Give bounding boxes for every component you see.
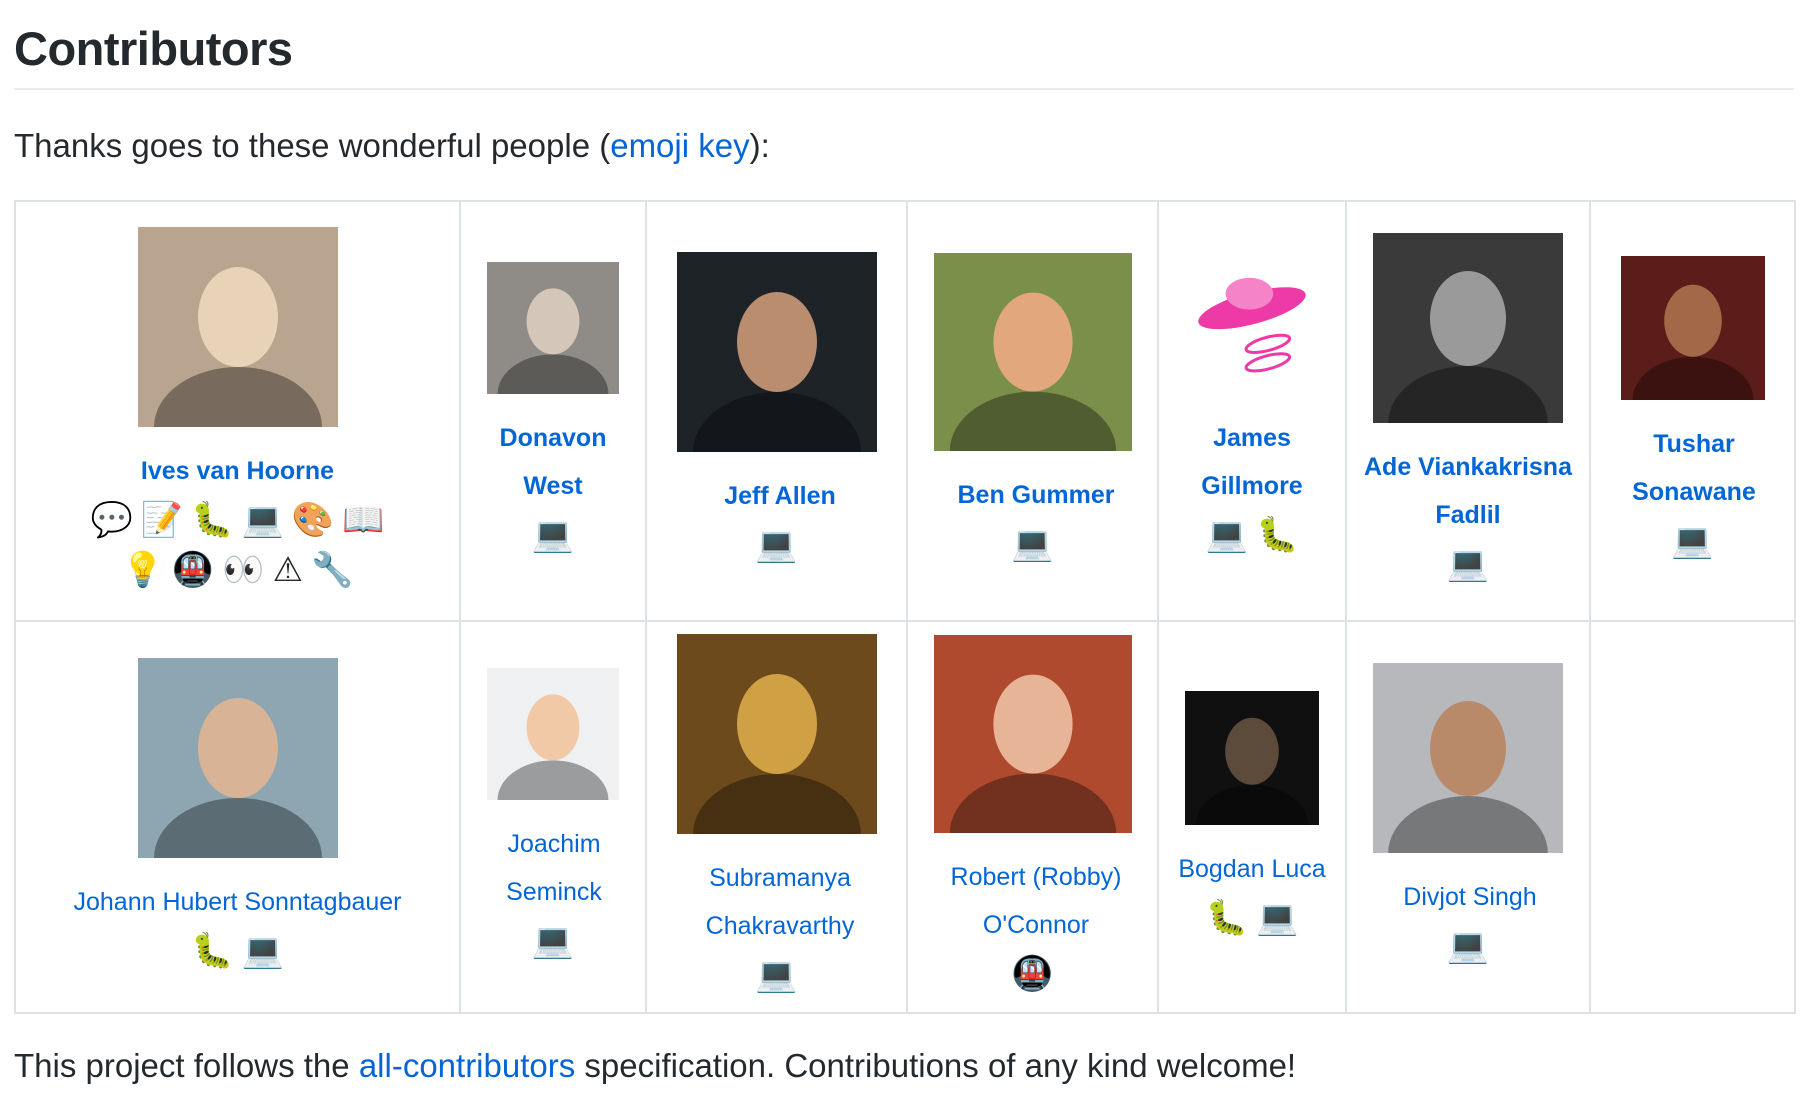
intro-before: Thanks goes to these wonderful people ( (14, 127, 611, 165)
footer-before: This project follows the (14, 1046, 359, 1084)
question-icon[interactable]: 💬 (90, 495, 132, 545)
contribution-badges: 💬 📝 🐛 💻 🎨 📖 💡 🚇 👀 ⚠ 🔧 (73, 495, 403, 595)
contributor-name[interactable]: Jeff Allen (655, 472, 905, 520)
code-icon[interactable]: 💻 (1256, 893, 1298, 943)
contributors-table: Ives van Hoorne 💬 📝 🐛 💻 🎨 📖💡 🚇 👀 ⚠ 🔧 Donavon West 💻 J… (14, 199, 1796, 1014)
contributor-cell: Subramanya Chakravarthy 💻 (645, 619, 908, 1014)
contribution-badges: 💻 (1355, 921, 1581, 971)
code-icon[interactable]: 💻 (532, 916, 574, 966)
bug-icon[interactable]: 🐛 (1256, 510, 1298, 560)
infra-icon[interactable]: 🚇 (1011, 949, 1053, 999)
book-icon[interactable]: 📖 (342, 495, 384, 545)
contributor-cell: Jeff Allen 💻 (645, 199, 908, 622)
contributor-cell: Joachim Seminck 💻 (459, 619, 647, 1014)
bug-icon[interactable]: 🐛 (191, 495, 233, 545)
footer-after: specification. Contributions of any kind… (575, 1046, 1297, 1084)
avatar[interactable] (933, 634, 1132, 833)
contributor-name[interactable]: Donavon West (478, 414, 628, 510)
section-title: Contributors (14, 0, 1794, 91)
infra-icon[interactable]: 🚇 (172, 545, 214, 595)
code-icon[interactable]: 💻 (1011, 519, 1053, 569)
avatar[interactable] (1620, 255, 1765, 400)
contributor-cell: Tushar Sonawane 💻 (1589, 199, 1796, 622)
intro-text: Thanks goes to these wonderful people (e… (14, 126, 1794, 166)
doc-icon[interactable]: 📝 (141, 495, 183, 545)
avatar[interactable] (1373, 232, 1563, 423)
empty-cell (1589, 619, 1796, 1014)
all-contributors-link[interactable]: all-contributors (359, 1047, 575, 1084)
contributor-name[interactable]: Joachim Seminck (469, 820, 639, 916)
code-icon[interactable]: 💻 (1447, 539, 1489, 589)
contribution-badges: 💻 (655, 950, 898, 1000)
contributor-name[interactable]: James Gillmore (1167, 414, 1337, 510)
warning-icon[interactable]: ⚠ (273, 545, 303, 595)
code-icon[interactable]: 💻 (1447, 921, 1489, 971)
contributor-cell: Bogdan Luca 🐛 💻 (1157, 619, 1347, 1014)
contribution-badges: 💻 (1599, 516, 1786, 566)
tool-icon[interactable]: 🔧 (311, 545, 353, 595)
ideas-icon[interactable]: 💡 (122, 545, 164, 595)
avatar[interactable] (676, 633, 877, 834)
contributor-cell: Ives van Hoorne 💬 📝 🐛 💻 🎨 📖 💡 🚇 👀 ⚠ 🔧 (14, 199, 461, 622)
bug-icon[interactable]: 🐛 (1206, 893, 1248, 943)
contributor-cell: Johann Hubert Sonntagbauer 🐛 💻 (14, 619, 461, 1014)
contributor-name[interactable]: Ade Viankakrisna Fadlil (1363, 443, 1573, 539)
contribution-badges: 💻 (1355, 539, 1581, 589)
avatar[interactable] (933, 252, 1132, 451)
contributor-name[interactable]: Ives van Hoorne (28, 447, 448, 495)
contributor-name[interactable]: Subramanya Chakravarthy (655, 854, 905, 950)
contributor-name[interactable]: Johann Hubert Sonntagbauer (28, 878, 448, 926)
code-icon[interactable]: 💻 (532, 510, 574, 560)
avatar[interactable] (487, 667, 619, 800)
code-icon[interactable]: 💻 (242, 495, 284, 545)
contributor-name[interactable]: Tushar Sonawane (1599, 420, 1789, 516)
avatar[interactable] (137, 226, 338, 427)
contribution-badges: 💻 (916, 519, 1149, 569)
contributor-cell: Ben Gummer 💻 (906, 199, 1159, 622)
contribution-badges: 💻 (469, 916, 637, 966)
design-icon[interactable]: 🎨 (292, 495, 334, 545)
contributor-name[interactable]: Bogdan Luca (1167, 845, 1337, 893)
contributor-name[interactable]: Robert (Robby) O'Connor (916, 853, 1156, 949)
contributor-cell: Divjot Singh 💻 (1345, 619, 1591, 1014)
avatar[interactable] (1186, 261, 1318, 394)
contribution-badges: 🚇 (916, 949, 1149, 999)
contributor-cell: Robert (Robby) O'Connor 🚇 (906, 619, 1159, 1014)
contribution-badges: 💻 (655, 520, 898, 570)
contributor-cell: Donavon West 💻 (459, 199, 647, 622)
contributor-name[interactable]: Ben Gummer (916, 471, 1156, 519)
avatar[interactable] (137, 657, 338, 858)
contributor-name[interactable]: Divjot Singh (1355, 873, 1585, 921)
contributors-row: Johann Hubert Sonntagbauer 🐛 💻 Joachim Semi… (14, 619, 1796, 1014)
contributor-cell: Ade Viankakrisna Fadlil 💻 (1345, 199, 1591, 622)
contribution-badges: 💻 (469, 510, 637, 560)
code-icon[interactable]: 💻 (755, 950, 797, 1000)
code-icon[interactable]: 💻 (242, 926, 284, 976)
contributor-cell: James Gillmore 💻 🐛 (1157, 199, 1347, 622)
code-icon[interactable]: 💻 (755, 520, 797, 570)
avatar[interactable] (487, 261, 619, 394)
contributors-row: Ives van Hoorne 💬 📝 🐛 💻 🎨 📖💡 🚇 👀 ⚠ 🔧 Donavon West 💻 J… (14, 199, 1796, 622)
avatar[interactable] (1373, 662, 1563, 853)
emoji-key-link[interactable]: emoji key (610, 127, 749, 164)
contribution-badges: 🐛 💻 (1167, 893, 1337, 943)
bug-icon[interactable]: 🐛 (191, 926, 233, 976)
review-icon[interactable]: 👀 (222, 545, 264, 595)
contribution-badges: 🐛 💻 (24, 926, 451, 976)
intro-after: ): (749, 127, 770, 165)
contribution-badges: 💻 🐛 (1167, 510, 1337, 560)
avatar[interactable] (1185, 690, 1319, 825)
code-icon[interactable]: 💻 (1206, 510, 1248, 560)
contributors-section: Contributors Thanks goes to these wonder… (14, 0, 1796, 1086)
avatar[interactable] (676, 251, 877, 452)
code-icon[interactable]: 💻 (1671, 516, 1713, 566)
footer-text: This project follows the all-contributor… (14, 1046, 1794, 1086)
